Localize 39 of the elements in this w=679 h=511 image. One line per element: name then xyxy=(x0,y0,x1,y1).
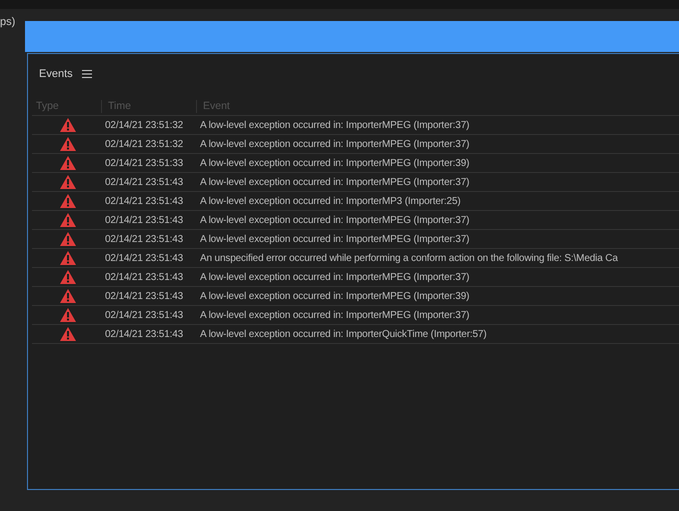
event-cell: A low-level exception occurred in: ImporterMPEG (Importer:37) xyxy=(200,138,470,150)
event-cell: A low-level exception occurred in: ImporterMPEG (Importer:37) xyxy=(200,120,470,130)
event-cell: A low-level exception occurred in: ImporterMPEG (Importer:39) xyxy=(200,290,470,302)
time-cell-text: 02/14/21 23:51:43 xyxy=(104,196,184,206)
event-cell: A low-level exception occurred in: ImporterMPEG (Importer:39) xyxy=(200,158,470,168)
event-cell: A low-level exception occurred in: ImporterQuickTime (Importer:57) xyxy=(200,328,487,340)
time-cell-text: 02/14/21 23:51:33 xyxy=(104,158,184,168)
event-cell: A low-level exception occurred in: ImporterMPEG (Importer:37) xyxy=(200,214,470,226)
warning-icon xyxy=(60,213,76,227)
warning-icon xyxy=(60,175,76,189)
time-cell-text: 02/14/21 23:51:43 xyxy=(104,214,184,226)
warning-icon xyxy=(60,327,76,341)
warning-icon xyxy=(60,156,76,170)
panel-title: Events xyxy=(39,68,73,80)
warning-icon xyxy=(60,232,76,246)
warning-icon xyxy=(60,194,76,208)
time-cell-text: 02/14/21 23:51:43 xyxy=(104,252,184,264)
event-cell: An unspecified error occurred while performing a conform action on the following file: S:\Media Ca xyxy=(200,252,618,264)
warning-icon xyxy=(60,118,76,132)
warning-icon xyxy=(60,308,76,322)
time-cell-text: 02/14/21 23:51:43 xyxy=(104,272,184,282)
event-cell: A low-level exception occurred in: ImporterMP3 (Importer:25) xyxy=(200,196,461,206)
panel-label: ps) xyxy=(0,16,16,28)
warning-icon xyxy=(60,251,76,265)
event-cell: A low-level exception occurred in: ImporterMPEG (Importer:37) xyxy=(200,310,470,320)
time-cell-text: 02/14/21 23:51:43 xyxy=(104,290,184,302)
time-cell-text: 02/14/21 23:51:43 xyxy=(104,234,184,244)
event-cell: A low-level exception occurred in: ImporterMPEG (Importer:37) xyxy=(200,176,470,188)
warning-icon xyxy=(60,137,76,151)
warning-icon xyxy=(60,270,76,284)
event-cell: A low-level exception occurred in: ImporterMPEG (Importer:37) xyxy=(200,272,470,282)
menu-icon[interactable] xyxy=(82,70,92,78)
time-cell-text: 02/14/21 23:51:43 xyxy=(104,176,184,188)
time-cell-text: 02/14/21 23:51:32 xyxy=(104,138,184,150)
warning-icon xyxy=(60,289,76,303)
time-cell-text: 02/14/21 23:51:43 xyxy=(104,328,184,340)
time-cell-text: 02/14/21 23:51:43 xyxy=(104,310,184,320)
event-cell: A low-level exception occurred in: ImporterMPEG (Importer:37) xyxy=(200,234,470,244)
time-cell-text: 02/14/21 23:51:32 xyxy=(104,120,184,130)
